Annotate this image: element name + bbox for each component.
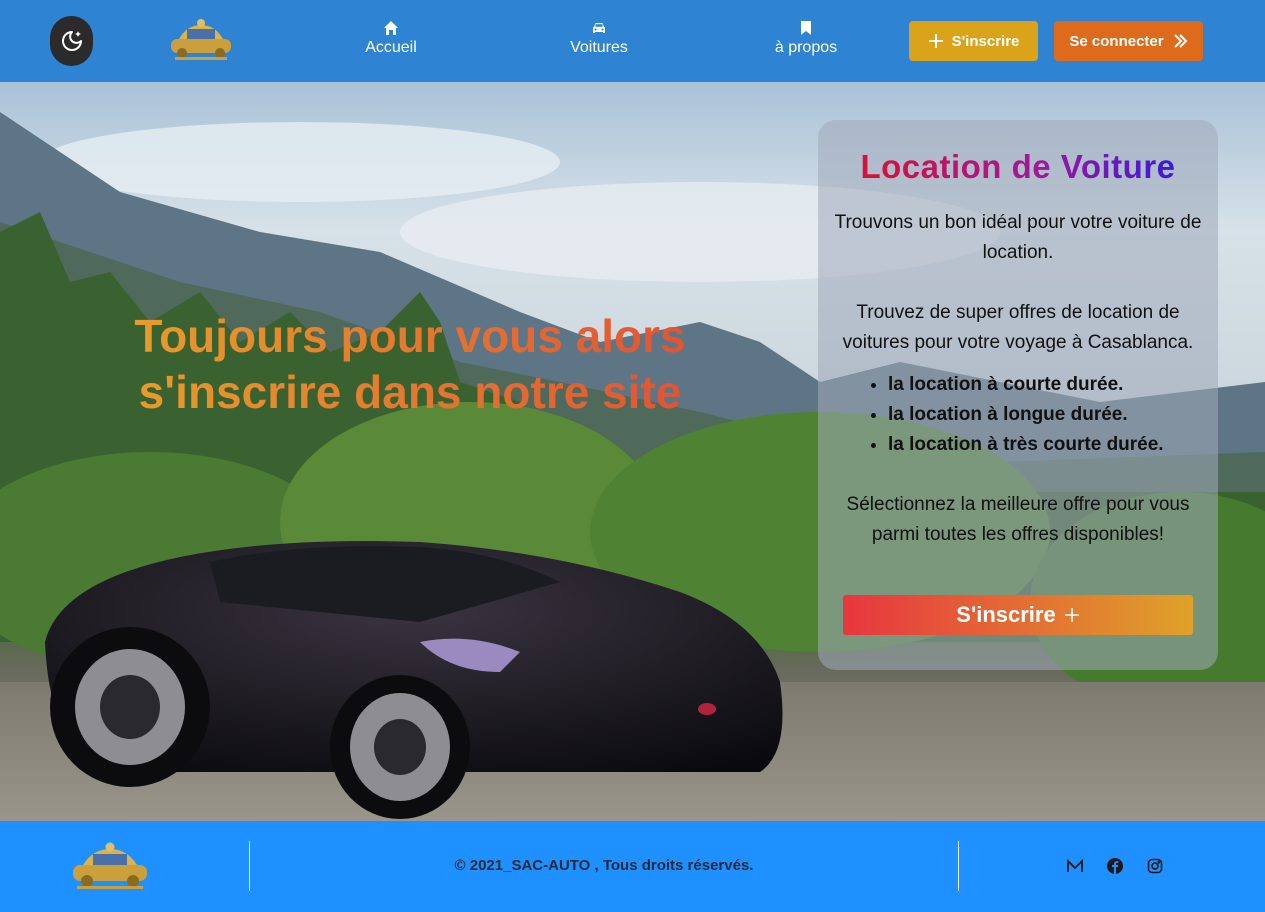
plus-icon xyxy=(1064,608,1079,622)
footer-logo[interactable] xyxy=(69,841,151,891)
hero-headline: Toujours pour vous alors s'inscrire dans… xyxy=(70,308,750,420)
plus-icon xyxy=(928,34,943,48)
dark-mode-toggle[interactable] xyxy=(50,16,93,66)
nav-accueil-label: Accueil xyxy=(365,39,417,56)
card-paragraph-2: Trouvez de super offres de location de v… xyxy=(842,302,1194,353)
nav-accueil[interactable]: Accueil xyxy=(355,20,427,57)
footer-divider xyxy=(958,841,959,891)
mail-icon[interactable] xyxy=(1066,857,1084,875)
list-item: la location à longue durée. xyxy=(888,400,1218,430)
car-icon xyxy=(593,23,605,33)
footer: © 2021_SAC-AUTO , Tous droits réservés. xyxy=(0,821,1265,912)
card-signup-button[interactable]: S'inscrire xyxy=(843,595,1193,635)
rental-durations-list: la location à courte durée. la location … xyxy=(888,370,1218,460)
nav-voitures[interactable]: Voitures xyxy=(563,20,635,57)
nav-apropos-label: à propos xyxy=(774,39,838,56)
nav-voitures-label: Voitures xyxy=(570,39,628,56)
nav-apropos[interactable]: à propos xyxy=(768,20,844,57)
copyright-text: © 2021_SAC-AUTO , Tous droits réservés. xyxy=(454,857,754,874)
double-chevron-right-icon xyxy=(1173,34,1188,48)
home-icon xyxy=(384,21,398,35)
login-button-label: Se connecter xyxy=(1069,32,1164,50)
moon-stars-icon xyxy=(61,31,82,51)
login-button[interactable]: Se connecter xyxy=(1054,21,1203,61)
logo[interactable] xyxy=(167,17,235,63)
card-paragraph-3: Sélectionnez la meilleure offre pour vou… xyxy=(846,494,1190,545)
rental-info-card: Location de Voiture Trouvons un bon idéa… xyxy=(818,120,1218,670)
signup-button[interactable]: S'inscrire xyxy=(909,21,1038,61)
navbar: Accueil Voitures à propos S'inscrire Se … xyxy=(0,0,1265,82)
instagram-icon[interactable] xyxy=(1146,857,1164,875)
bookmark-icon xyxy=(801,21,811,35)
signup-button-label: S'inscrire xyxy=(951,32,1020,50)
facebook-icon[interactable] xyxy=(1106,857,1124,875)
card-paragraph-1: Trouvons un bon idéal pour votre voiture… xyxy=(834,212,1202,263)
hero-section: Toujours pour vous alors s'inscrire dans… xyxy=(0,82,1265,821)
list-item: la location à courte durée. xyxy=(888,370,1218,400)
list-item: la location à très courte durée. xyxy=(888,430,1218,460)
card-signup-button-label: S'inscrire xyxy=(956,602,1056,627)
card-title: Location de Voiture xyxy=(818,148,1218,186)
